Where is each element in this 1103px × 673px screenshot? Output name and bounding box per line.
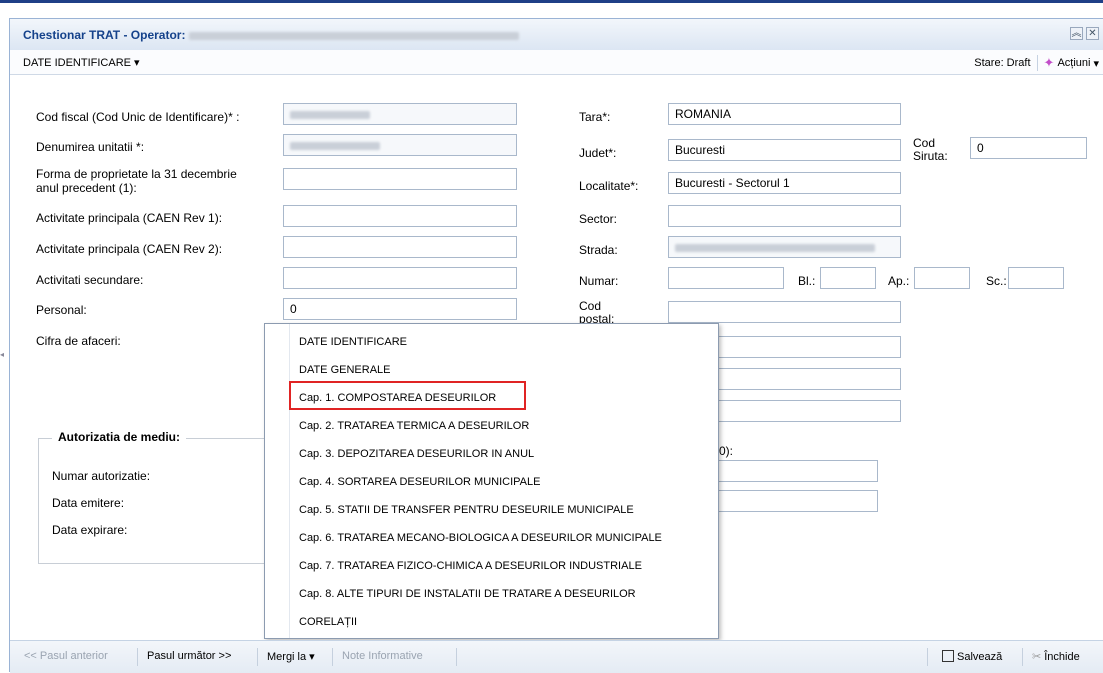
menu-item-date-identificare[interactable]: DATE IDENTIFICARE — [299, 336, 407, 348]
label-forma-proprietate-2: anul precedent (1): — [36, 181, 137, 195]
denumire-field[interactable] — [283, 134, 517, 156]
redacted-value — [290, 141, 380, 150]
notes-button[interactable]: Note Informative — [342, 650, 423, 662]
autorizatie-legend: Autorizatia de mediu: — [52, 430, 187, 444]
label-localitate: Localitate*: — [579, 179, 639, 193]
status-label: Stare: Draft — [974, 57, 1031, 69]
redacted-value — [675, 243, 875, 252]
sc-field[interactable] — [1008, 267, 1064, 289]
divider — [137, 648, 138, 666]
menu-gutter — [289, 324, 290, 638]
label-forma-proprietate: Forma de proprietate la 31 decembrie — [36, 167, 237, 181]
label-cod-postal: Cod — [579, 299, 602, 313]
label-sc: Sc.: — [986, 274, 1007, 288]
sparkle-icon: ✦ — [1043, 55, 1055, 70]
label-cod-fiscal: Cod fiscal (Cod Unic de Identificare)* : — [36, 110, 240, 124]
forma-proprietate-field[interactable] — [283, 168, 517, 190]
label-data-expirare: Data expirare: — [52, 523, 128, 537]
close-icon[interactable]: ✕ — [1086, 27, 1099, 40]
collapse-icon[interactable]: ︽ — [1070, 27, 1083, 40]
label-caen2: Activitate principala (CAEN Rev 2): — [36, 242, 223, 256]
label-numar-autorizatie: Numar autorizatie: — [52, 469, 151, 483]
cod-fiscal-field[interactable] — [283, 103, 517, 125]
scissors-icon: ✂ — [1032, 651, 1042, 663]
next-step-button[interactable]: Pasul următor >> — [147, 650, 231, 662]
bl-field[interactable] — [820, 267, 876, 289]
label-sector: Sector: — [579, 212, 618, 226]
top-accent-line — [0, 0, 1103, 3]
label-caen1: Activitate principala (CAEN Rev 1): — [36, 211, 223, 225]
caen1-field[interactable] — [283, 205, 517, 227]
localitate-field[interactable]: Bucuresti - Sectorul 1 — [668, 172, 901, 194]
label-cod-siruta: Cod — [913, 136, 936, 150]
menu-item-cap5[interactable]: Cap. 5. STATII DE TRANSFER PENTRU DESEUR… — [299, 504, 634, 516]
section-toolbar: DATE IDENTIFICARE ▾ Stare: Draft ✦ Acțiu… — [10, 50, 1103, 75]
label-denumire: Denumirea unitatii *: — [36, 140, 145, 154]
divider — [456, 648, 457, 666]
activitati-secundare-field[interactable] — [283, 267, 517, 289]
section-selector[interactable]: DATE IDENTIFICARE ▾ — [23, 56, 140, 69]
sector-field[interactable] — [668, 205, 901, 227]
menu-item-corelatii[interactable]: CORELAȚII — [299, 616, 357, 628]
divider — [1022, 648, 1023, 666]
collapse-handle-icon[interactable]: ◂ — [0, 350, 8, 360]
label-numar: Numar: — [579, 274, 619, 288]
divider — [927, 648, 928, 666]
redacted-value — [290, 110, 370, 119]
strada-field[interactable] — [668, 236, 901, 258]
label-tara: Tara*: — [579, 110, 611, 124]
divider — [332, 648, 333, 666]
menu-item-cap4[interactable]: Cap. 4. SORTAREA DESEURILOR MUNICIPALE — [299, 476, 540, 488]
window-titlebar: Chestionar TRAT - Operator: ︽ ✕ — [10, 19, 1103, 51]
label-bl: Bl.: — [798, 274, 816, 288]
numar-field[interactable] — [668, 267, 784, 289]
label-cod-siruta-2: Siruta: — [913, 149, 948, 163]
menu-item-cap6[interactable]: Cap. 6. TRATAREA MECANO-BIOLOGICA A DESE… — [299, 532, 662, 544]
menu-item-cap3[interactable]: Cap. 3. DEPOZITAREA DESEURILOR IN ANUL — [299, 448, 534, 460]
tara-field[interactable]: ROMANIA — [668, 103, 901, 125]
menu-item-cap7[interactable]: Cap. 7. TRATAREA FIZICO-CHIMICA A DESEUR… — [299, 560, 642, 572]
section-dropdown-menu: DATE IDENTIFICARE DATE GENERALE Cap. 1. … — [264, 323, 719, 639]
window-title: Chestionar TRAT - Operator: — [23, 28, 519, 42]
label-personal: Personal: — [36, 303, 87, 317]
label-strada: Strada: — [579, 243, 618, 257]
operator-name-redacted — [188, 31, 519, 40]
personal-field[interactable]: 0 — [283, 298, 517, 320]
judet-field[interactable]: Bucuresti — [668, 139, 901, 161]
cod-siruta-field[interactable]: 0 — [970, 137, 1087, 159]
label-partial: 0): — [719, 444, 734, 458]
footer-toolbar: << Pasul anterior Pasul următor >> Mergi… — [10, 640, 1103, 673]
label-judet: Judet*: — [579, 146, 617, 160]
ap-field[interactable] — [914, 267, 970, 289]
menu-item-cap2[interactable]: Cap. 2. TRATAREA TERMICA A DESEURILOR — [299, 420, 529, 432]
close-button[interactable]: ✂ Închide — [1032, 650, 1080, 663]
label-cifra-afaceri: Cifra de afaceri: — [36, 334, 121, 348]
save-icon — [942, 650, 954, 662]
label-ap: Ap.: — [888, 274, 910, 288]
caen2-field[interactable] — [283, 236, 517, 258]
save-button[interactable]: Salvează — [942, 650, 1002, 663]
menu-item-date-generale[interactable]: DATE GENERALE — [299, 364, 391, 376]
goto-button[interactable]: Mergi la ▾ — [267, 650, 315, 663]
menu-item-cap8[interactable]: Cap. 8. ALTE TIPURI DE INSTALATII DE TRA… — [299, 588, 636, 600]
highlight-box — [289, 381, 526, 410]
label-activitati-secundare: Activitati secundare: — [36, 273, 144, 287]
divider — [1036, 55, 1038, 71]
cod-postal-field[interactable] — [668, 301, 901, 323]
prev-step-button[interactable]: << Pasul anterior — [24, 650, 108, 662]
actions-menu[interactable]: ✦ Acțiuni ▾ — [1044, 55, 1099, 71]
divider — [257, 648, 258, 666]
label-data-emitere: Data emitere: — [52, 496, 125, 510]
